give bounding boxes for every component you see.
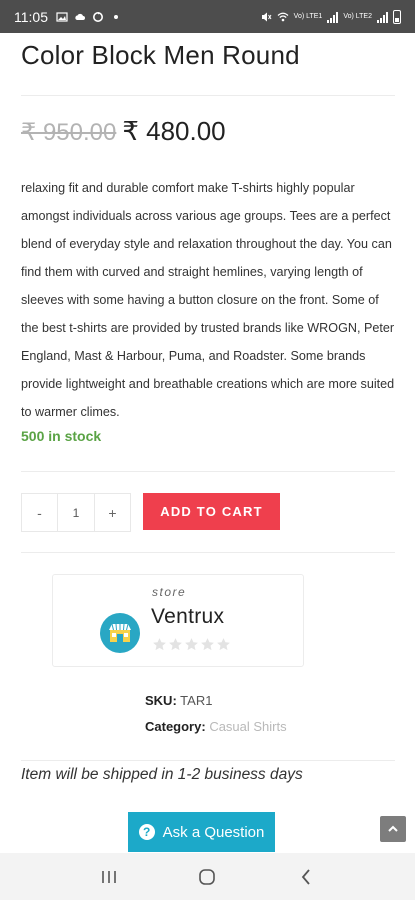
store-front-icon xyxy=(109,623,131,642)
status-left-icons xyxy=(56,11,118,23)
ask-question-label: Ask a Question xyxy=(162,823,265,841)
lte-label-1: Vo) LTE1 xyxy=(293,13,323,20)
quantity-increase-button[interactable]: + xyxy=(94,493,131,532)
back-icon xyxy=(301,868,310,885)
chevron-up-icon xyxy=(388,825,398,832)
scroll-to-top-button[interactable] xyxy=(380,816,406,842)
ask-question-button[interactable]: ? Ask a Question xyxy=(128,812,275,852)
signal-icon xyxy=(327,11,339,23)
signal-icon-2 xyxy=(377,11,388,23)
category-link[interactable]: Casual Shirts xyxy=(209,719,286,734)
price-row: ₹ 950.00 ₹ 480.00 xyxy=(21,116,226,147)
sale-price: ₹ 480.00 xyxy=(122,116,226,146)
divider xyxy=(21,760,395,761)
store-logo[interactable] xyxy=(100,613,140,653)
shipping-note: Item will be shipped in 1-2 business day… xyxy=(21,766,303,783)
wifi-icon xyxy=(277,12,289,21)
lte-label-2: Vo) LTE2 xyxy=(343,13,372,20)
quantity-stepper: - 1 + xyxy=(21,493,131,532)
sku-row: SKU: TAR1 xyxy=(145,693,212,708)
store-name[interactable]: Ventrux xyxy=(151,605,224,629)
star-icon xyxy=(169,638,182,651)
star-icon xyxy=(153,638,166,651)
gallery-icon xyxy=(56,11,68,22)
home-button[interactable] xyxy=(187,857,227,897)
back-button[interactable] xyxy=(286,857,326,897)
system-nav-bar xyxy=(0,853,415,900)
product-description: relaxing fit and durable comfort make T-… xyxy=(21,181,395,419)
sync-icon xyxy=(93,11,103,22)
divider xyxy=(21,552,395,553)
category-label: Category: xyxy=(145,719,206,734)
mute-icon xyxy=(261,12,272,21)
old-price: ₹ 950.00 xyxy=(21,119,117,146)
divider xyxy=(21,471,395,472)
store-rating xyxy=(152,637,231,652)
recent-apps-button[interactable] xyxy=(89,857,129,897)
status-right-icons: Vo) LTE1 Vo) LTE2 xyxy=(260,9,401,24)
status-time: 11:05 xyxy=(14,8,48,25)
battery-icon xyxy=(393,9,401,24)
stock-status: 500 in stock xyxy=(21,428,102,444)
product-title: Color Block Men Round xyxy=(21,40,300,70)
quantity-input[interactable]: 1 xyxy=(58,493,94,532)
star-icon xyxy=(217,638,230,651)
notification-dot xyxy=(114,14,118,19)
divider xyxy=(21,95,395,96)
recent-apps-icon xyxy=(102,870,116,883)
star-icon xyxy=(201,638,214,651)
status-bar: 11:05 Vo) LTE1 Vo) LTE2 xyxy=(0,0,415,33)
star-icon xyxy=(185,638,198,651)
cloud-icon xyxy=(75,13,85,20)
sku-value: TAR1 xyxy=(180,693,213,708)
category-row: Category: Casual Shirts xyxy=(145,719,287,734)
sku-label: SKU: xyxy=(145,693,177,708)
home-icon xyxy=(199,868,216,885)
store-label: store xyxy=(152,585,187,599)
quantity-decrease-button[interactable]: - xyxy=(21,493,58,532)
question-circle-icon: ? xyxy=(138,824,155,840)
store-card[interactable]: store Ventrux xyxy=(52,574,304,667)
add-to-cart-button[interactable]: ADD TO CART xyxy=(143,493,280,530)
